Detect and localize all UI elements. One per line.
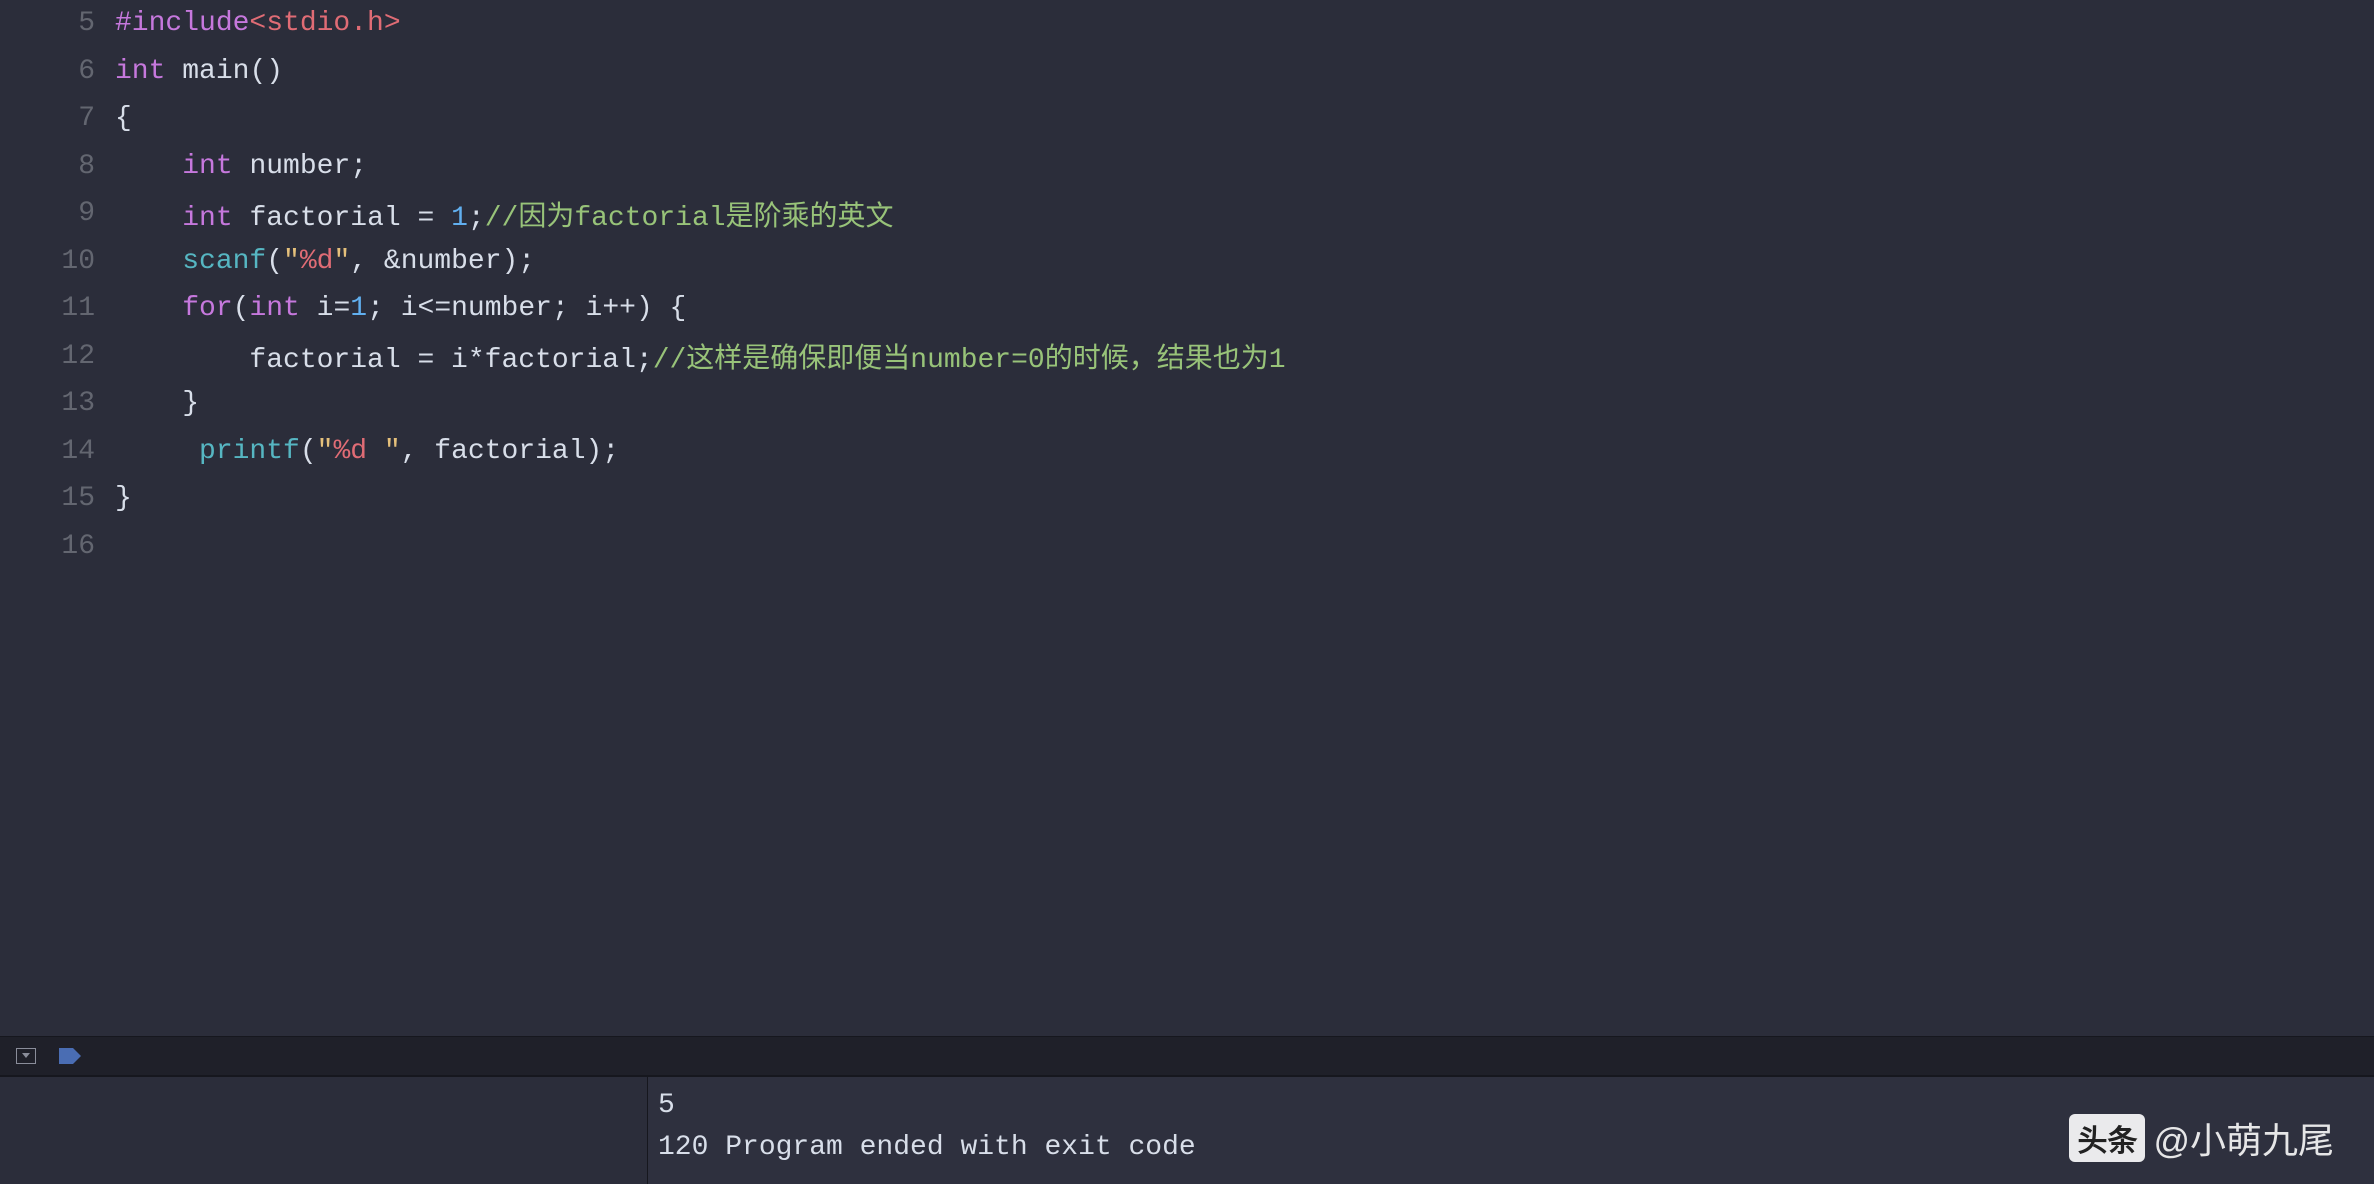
token-punct: ( — [233, 293, 250, 324]
tag-icon[interactable] — [56, 1044, 84, 1068]
token-format-spec: %d — [300, 246, 334, 277]
token-indent — [115, 203, 182, 234]
token-keyword: int — [115, 56, 165, 87]
line-number: 12 — [0, 341, 115, 372]
output-left-pane[interactable] — [0, 1077, 648, 1184]
code-line[interactable]: 11 for(int i=1; i<=number; i++) { — [0, 285, 2374, 333]
dropdown-icon[interactable] — [12, 1044, 40, 1068]
line-number: 5 — [0, 8, 115, 39]
line-content: { — [115, 103, 2374, 134]
line-content: int number; — [115, 151, 2374, 182]
line-number: 16 — [0, 531, 115, 562]
token-string-quote: " — [384, 436, 401, 467]
token-punct: ( — [266, 246, 283, 277]
line-number: 14 — [0, 436, 115, 467]
token-args: , factorial); — [401, 436, 619, 467]
token-args: , &number); — [350, 246, 535, 277]
line-content: for(int i=1; i<=number; i++) { — [115, 293, 2374, 324]
token-expression: factorial = i*factorial; — [249, 345, 652, 376]
token-string-quote: " — [333, 246, 350, 277]
token-identifier: number; — [233, 151, 367, 182]
token-operator: = — [417, 203, 451, 234]
token-function-name: main — [165, 56, 249, 87]
line-content: } — [115, 483, 2374, 514]
token-include-path: <stdio.h> — [249, 8, 400, 39]
line-number: 11 — [0, 293, 115, 324]
line-content: scanf("%d", &number); — [115, 246, 2374, 277]
token-indent — [115, 436, 199, 467]
token-brace: } — [115, 483, 132, 514]
token-string-quote: " — [283, 246, 300, 277]
debug-toolbar — [0, 1036, 2374, 1076]
line-number: 13 — [0, 388, 115, 419]
code-line[interactable]: 8 int number; — [0, 143, 2374, 191]
token-identifier: i= — [300, 293, 350, 324]
code-line[interactable]: 9 int factorial = 1;//因为factorial是阶乘的英文 — [0, 190, 2374, 238]
line-number: 7 — [0, 103, 115, 134]
code-line[interactable]: 15 } — [0, 475, 2374, 523]
code-area[interactable]: 5 #include<stdio.h> 6 int main() 7 { 8 i… — [0, 0, 2374, 1036]
token-comment: //这样是确保即便当number=0的时候，结果也为1 — [653, 345, 1286, 376]
code-line[interactable]: 12 factorial = i*factorial;//这样是确保即便当num… — [0, 333, 2374, 381]
token-loop-condition: ; i<=number; i++) { — [367, 293, 686, 324]
code-line[interactable]: 5 #include<stdio.h> — [0, 0, 2374, 48]
line-number: 10 — [0, 246, 115, 277]
token-function-call: scanf — [182, 246, 266, 277]
line-number: 9 — [0, 198, 115, 229]
token-punct: ( — [300, 436, 317, 467]
token-preprocessor: #include — [115, 8, 249, 39]
line-content: #include<stdio.h> — [115, 8, 2374, 39]
token-indent — [115, 293, 182, 324]
token-comment: //因为factorial是阶乘的英文 — [485, 203, 894, 234]
code-editor: 5 #include<stdio.h> 6 int main() 7 { 8 i… — [0, 0, 2374, 1184]
token-indent — [115, 246, 182, 277]
token-indent — [115, 151, 182, 182]
token-number: 1 — [451, 203, 468, 234]
token-identifier: factorial — [233, 203, 418, 234]
token-keyword: for — [182, 293, 232, 324]
token-punct: ; — [468, 203, 485, 234]
token-punct: () — [249, 56, 283, 87]
line-content: } — [115, 388, 2374, 419]
token-string-quote: " — [317, 436, 334, 467]
line-content: int factorial = 1;//因为factorial是阶乘的英文 — [115, 194, 2374, 234]
output-panel: 5 120 Program ended with exit code — [0, 1076, 2374, 1184]
line-content: printf("%d ", factorial); — [115, 436, 2374, 467]
token-brace: } — [182, 388, 199, 419]
token-number: 1 — [350, 293, 367, 324]
console-input-line: 5 — [658, 1090, 675, 1121]
line-content: factorial = i*factorial;//这样是确保即便当number… — [115, 336, 2374, 376]
console-result-line: 120 Program ended with exit code — [658, 1132, 1196, 1163]
code-line[interactable]: 16 — [0, 523, 2374, 571]
code-line[interactable]: 6 int main() — [0, 48, 2374, 96]
token-keyword: int — [182, 203, 232, 234]
token-function-call: printf — [199, 436, 300, 467]
line-number: 15 — [0, 483, 115, 514]
console-output[interactable]: 5 120 Program ended with exit code — [648, 1077, 2374, 1184]
line-number: 8 — [0, 151, 115, 182]
code-line[interactable]: 14 printf("%d ", factorial); — [0, 428, 2374, 476]
token-brace: { — [115, 103, 132, 134]
code-line[interactable]: 10 scanf("%d", &number); — [0, 238, 2374, 286]
token-keyword: int — [182, 151, 232, 182]
token-indent — [115, 345, 249, 376]
code-line[interactable]: 7 { — [0, 95, 2374, 143]
line-content: int main() — [115, 56, 2374, 87]
token-indent — [115, 388, 182, 419]
token-keyword: int — [249, 293, 299, 324]
code-line[interactable]: 13 } — [0, 380, 2374, 428]
line-number: 6 — [0, 56, 115, 87]
token-format-spec: %d — [333, 436, 383, 467]
